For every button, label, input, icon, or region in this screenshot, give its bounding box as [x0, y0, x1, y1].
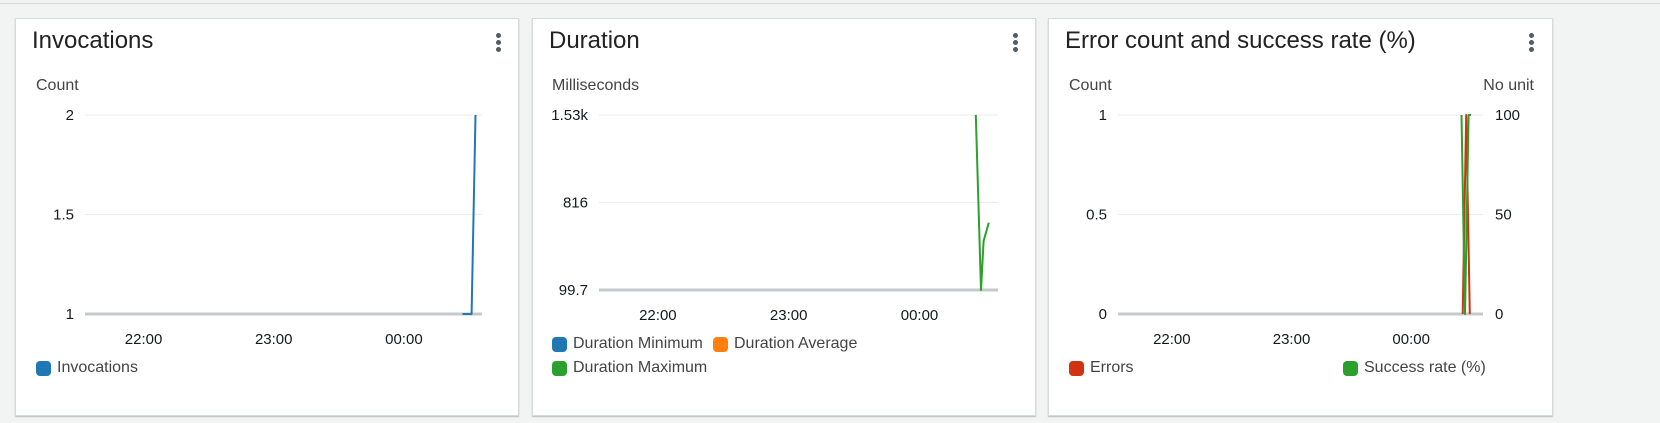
x-tick-label: 23:00 — [770, 307, 808, 324]
y-tick-label: 2 — [66, 107, 74, 124]
legend-item-invocations[interactable]: Invocations — [36, 359, 138, 377]
legend-swatch — [1069, 360, 1084, 376]
y-tick-label: 99.7 — [559, 282, 588, 299]
legend-label: Success rate (%) — [1364, 359, 1486, 376]
legend-item-duration-maximum[interactable]: Duration Maximum — [552, 359, 707, 377]
x-tick-label: 22:00 — [639, 307, 677, 324]
y-tick-label: 1 — [66, 306, 74, 323]
x-tick-label: 22:00 — [1153, 331, 1191, 348]
legend-swatch — [1343, 360, 1358, 376]
y-tick-label-right: 100 — [1495, 107, 1520, 124]
legend-label: Duration Maximum — [573, 359, 708, 376]
y-tick-label: 1 — [1099, 107, 1107, 124]
y-tick-label: 0.5 — [1086, 207, 1107, 224]
invocations-chart[interactable]: 1 1.5 2 22:00 23:00 00:00 — [16, 19, 518, 359]
legend-item-duration-average[interactable]: Duration Average — [713, 335, 857, 353]
error-success-chart[interactable]: 0 0.5 1 0 50 100 22:00 23:00 00:00 — [1049, 19, 1552, 359]
legend-label: Duration Average — [734, 335, 858, 352]
x-tick-label: 22:00 — [125, 331, 163, 348]
x-tick-label: 00:00 — [1392, 331, 1430, 348]
x-tick-label: 23:00 — [255, 331, 293, 348]
legend-swatch — [36, 360, 51, 376]
y-tick-label: 816 — [563, 194, 588, 211]
x-tick-label: 23:00 — [1273, 331, 1311, 348]
y-tick-label: 1.5 — [53, 207, 74, 224]
legend-swatch — [552, 336, 567, 352]
duration-widget: Duration Milliseconds 99.7 816 1.53k 22:00 2… — [532, 18, 1036, 416]
y-tick-label-right: 0 — [1495, 306, 1503, 323]
dashboard-top-divider — [0, 3, 1660, 4]
legend-label: Invocations — [57, 359, 138, 376]
legend-swatch — [552, 360, 567, 376]
duration-chart[interactable]: 99.7 816 1.53k 22:00 23:00 00:00 — [533, 19, 1035, 339]
y-tick-label: 1.53k — [551, 107, 588, 124]
invocations-widget: Invocations Count 1 1.5 2 22:00 23:00 00:00 I… — [15, 18, 519, 416]
x-tick-label: 00:00 — [901, 307, 939, 324]
legend-label: Errors — [1090, 359, 1134, 376]
error-success-widget: Error count and success rate (%) Count N… — [1048, 18, 1553, 416]
legend-item-errors[interactable]: Errors — [1069, 359, 1134, 377]
y-tick-label-right: 50 — [1495, 207, 1512, 224]
y-tick-label: 0 — [1099, 306, 1107, 323]
legend-item-duration-minimum[interactable]: Duration Minimum — [552, 335, 703, 353]
legend-swatch — [713, 336, 728, 352]
legend-item-success-rate[interactable]: Success rate (%) — [1343, 359, 1486, 377]
legend-label: Duration Minimum — [573, 335, 703, 352]
x-tick-label: 00:00 — [385, 331, 423, 348]
